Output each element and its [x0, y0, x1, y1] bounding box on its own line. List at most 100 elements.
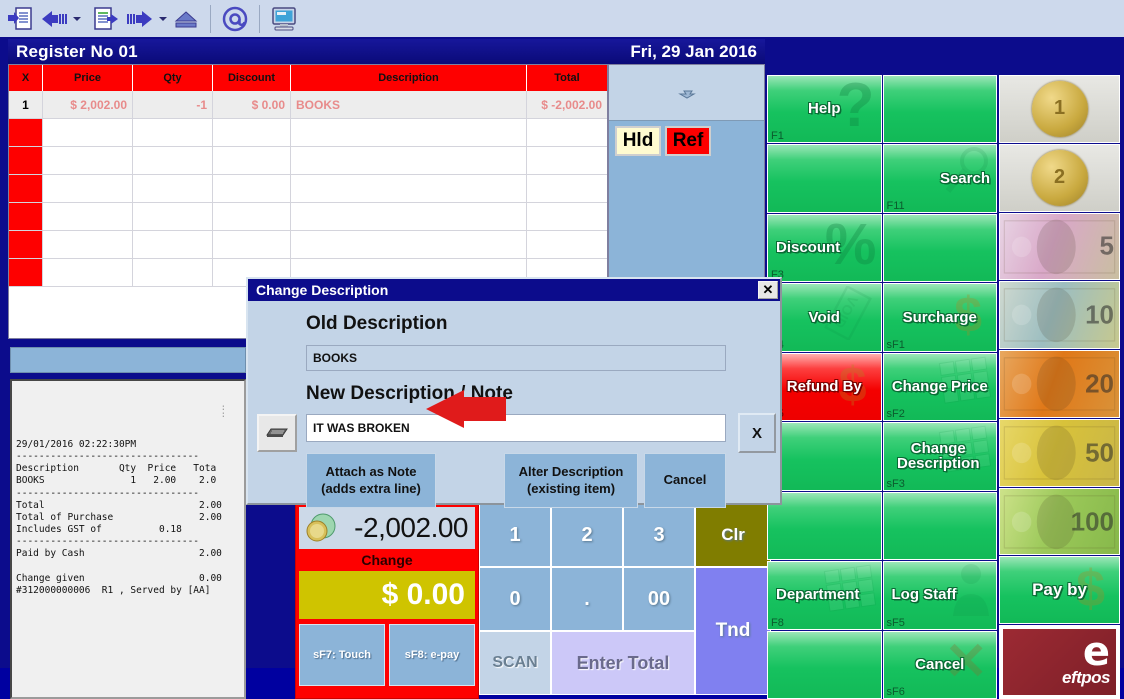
eject-icon[interactable] — [169, 3, 203, 34]
function-button-blank-10[interactable] — [767, 422, 882, 491]
hold-button[interactable]: Hld — [615, 126, 661, 156]
table-row[interactable] — [9, 231, 607, 259]
function-button-shortcut: sF2 — [886, 408, 905, 421]
cash-1-dollar-coin[interactable]: 1 — [999, 75, 1120, 143]
function-button-surcharge[interactable]: $ Surcharge sF1 — [882, 283, 997, 352]
epay-button[interactable]: sF8: e-pay — [389, 624, 475, 686]
cell-qty — [133, 259, 213, 286]
receipt-preview[interactable]: :: 29/01/2016 02:22:30PM ---------------… — [10, 379, 246, 699]
function-button-shortcut: F1 — [771, 130, 784, 143]
clear-input-button[interactable]: X — [738, 413, 776, 453]
import-document-icon[interactable] — [89, 3, 123, 34]
column-header-description: Description — [291, 65, 527, 91]
function-button-department[interactable]: Department F8 — [767, 561, 882, 630]
back-arrow-dropdown-icon[interactable] — [71, 3, 83, 34]
table-row[interactable] — [9, 175, 607, 203]
function-button-blank-5[interactable] — [882, 213, 997, 283]
table-row[interactable]: 1 $ 2,002.00 -1 $ 0.00 BOOKS $ -2,002.00 — [9, 91, 607, 119]
scan-button[interactable]: SCAN — [479, 631, 551, 695]
function-button-help[interactable]: ? Help F1 — [767, 75, 882, 144]
function-button-void[interactable]: VOIDVoidF4 — [767, 283, 882, 352]
function-button-change-description[interactable]: Change Description sF3 — [882, 422, 997, 491]
grid-header-row: X Price Qty Discount Description Total — [9, 65, 607, 91]
attach-as-note-button[interactable]: Attach as Note (adds extra line) — [306, 453, 436, 508]
function-button-blank-16[interactable] — [767, 630, 882, 699]
eftpos-button[interactable]: e eftpos — [999, 625, 1120, 699]
cell-void-marker[interactable] — [9, 259, 43, 286]
forward-arrow-icon[interactable] — [123, 3, 157, 34]
eftpos-wordmark: eftpos — [1062, 668, 1111, 688]
cell-total: $ -2,002.00 — [541, 97, 602, 112]
cell-discount: $ 0.00 — [213, 91, 291, 118]
enter-total-button[interactable]: Enter Total — [551, 631, 695, 695]
function-button-blank-12[interactable] — [767, 491, 882, 561]
numeric-keypad: 1 2 3 Clr 0 . 00 Tnd SCAN Enter Total — [479, 503, 771, 699]
touch-button[interactable]: sF7: Touch — [299, 624, 385, 686]
cell-discount — [213, 203, 291, 230]
receipt-dots-icon: :: — [220, 403, 226, 421]
attach-as-note-line1: Attach as Note — [325, 464, 417, 480]
cell-description — [291, 203, 527, 230]
forward-arrow-dropdown-icon[interactable] — [157, 3, 169, 34]
status-blue-bar — [10, 347, 246, 373]
table-row[interactable] — [9, 147, 607, 175]
function-button-shortcut: sF5 — [886, 616, 905, 629]
key-decimal[interactable]: . — [551, 567, 623, 631]
open-document-icon[interactable] — [3, 3, 37, 34]
cell-qty — [133, 119, 213, 146]
cash-20-dollar-note[interactable]: 20 — [999, 350, 1120, 418]
table-row[interactable] — [9, 119, 607, 147]
email-icon[interactable] — [218, 3, 252, 34]
key-double-zero[interactable]: 00 — [623, 567, 695, 631]
function-button-blank-1[interactable] — [882, 75, 997, 144]
function-button-cancel[interactable]: ✕ Cancel sF6 — [882, 630, 997, 699]
cash-2-dollar-coin[interactable]: 2 — [999, 143, 1120, 212]
cell-void-marker[interactable] — [9, 175, 43, 202]
cash-100-dollar-note[interactable]: 100 — [999, 487, 1120, 556]
function-button-refund-by[interactable]: $Refund ByF5 — [767, 352, 882, 422]
key-0[interactable]: 0 — [479, 567, 551, 631]
monitor-icon[interactable] — [267, 3, 301, 34]
function-button-label: Void — [808, 308, 840, 326]
cell-description — [291, 119, 527, 146]
cash-5-dollar-note[interactable]: 5 — [999, 212, 1120, 281]
column-header-qty: Qty — [133, 65, 213, 91]
eftpos-e-letter: e — [1082, 629, 1110, 676]
function-button-search[interactable]: Search F11 — [882, 144, 997, 213]
cell-price — [43, 175, 133, 202]
back-arrow-icon[interactable] — [37, 3, 71, 34]
alter-description-line2: (existing item) — [526, 480, 616, 496]
eftpos-logo: e eftpos — [1003, 629, 1116, 696]
function-button-label: Refund By — [786, 378, 862, 396]
close-icon[interactable]: ✕ — [758, 281, 778, 299]
cell-qty: -1 — [133, 91, 213, 118]
banknote-art — [1003, 494, 1116, 549]
pay-by-button[interactable]: $ Pay by — [999, 556, 1120, 625]
cell-void-marker[interactable] — [9, 119, 43, 146]
function-button-change-price[interactable]: Change Price sF2 — [882, 352, 997, 422]
cell-void-marker[interactable] — [9, 231, 43, 258]
cancel-button[interactable]: Cancel — [644, 453, 726, 508]
cell-void-marker[interactable] — [9, 203, 43, 230]
function-button-blank-13[interactable] — [882, 491, 997, 561]
refund-button[interactable]: Ref — [665, 126, 711, 156]
function-button-shortcut: sF6 — [886, 685, 905, 698]
cash-10-dollar-note[interactable]: 10 — [999, 281, 1120, 350]
cash-50-dollar-note[interactable]: 50 — [999, 418, 1120, 487]
function-button-blank-2[interactable] — [767, 144, 882, 213]
cell-discount — [213, 175, 291, 202]
banknote-art — [1003, 288, 1116, 343]
change-description-dialog[interactable]: Change Description ✕ Old Description BOO… — [246, 277, 782, 508]
function-button-label: Surcharge — [902, 308, 977, 326]
cell-description — [291, 175, 527, 202]
alter-description-button[interactable]: Alter Description (existing item) — [504, 453, 638, 508]
function-button-log-staff[interactable]: Log Staff sF5 — [882, 561, 997, 630]
function-button-discount[interactable]: % Discount F3 — [767, 213, 882, 283]
dialog-keyboard-button[interactable] — [257, 414, 297, 452]
key-tender[interactable]: Tnd — [695, 567, 771, 695]
grid-side-scroll-area[interactable] — [609, 65, 764, 121]
hand-pointer-icon — [677, 90, 696, 99]
cell-void-marker[interactable] — [9, 147, 43, 174]
new-description-input[interactable]: IT WAS BROKEN — [306, 414, 726, 442]
table-row[interactable] — [9, 203, 607, 231]
